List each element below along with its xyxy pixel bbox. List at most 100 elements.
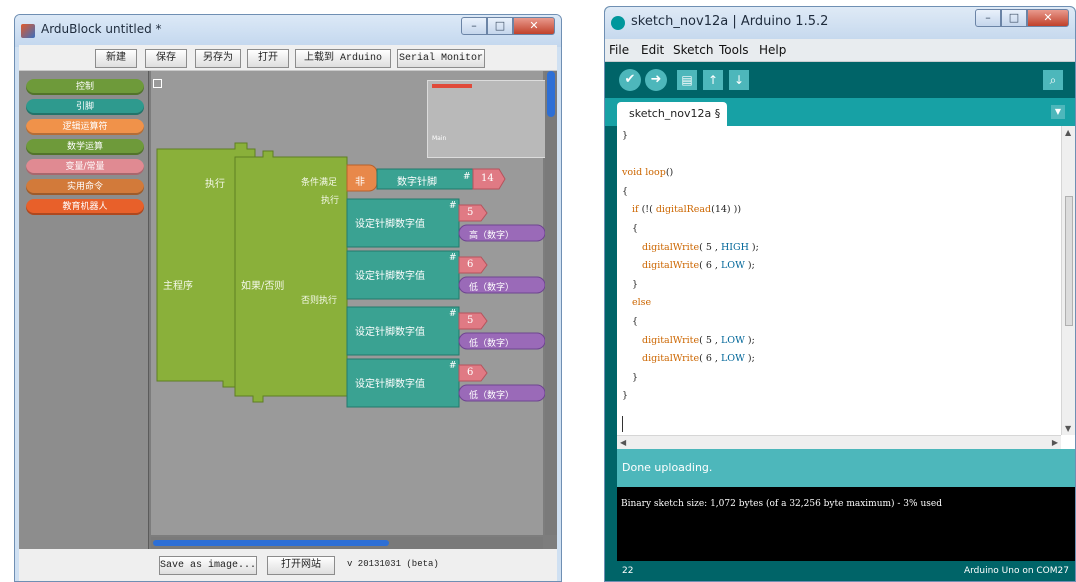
- maximize-icon: □: [494, 19, 506, 32]
- code-editor[interactable]: } void loop(){if (!( digitalRead(14) )){d…: [617, 126, 1075, 449]
- tab-menu-button[interactable]: ▼: [1051, 105, 1065, 119]
- code-line: }: [632, 371, 639, 383]
- open-sketch-button[interactable]: ↑: [703, 70, 723, 90]
- upload-to-arduino-button[interactable]: 上载到 Arduino: [295, 49, 391, 68]
- maximize-icon: □: [1008, 11, 1020, 24]
- menu-edit[interactable]: Edit: [641, 43, 664, 57]
- code-line: {: [632, 316, 639, 327]
- new-sketch-button[interactable]: ▤: [677, 70, 697, 90]
- serial-monitor-button[interactable]: ⌕: [1043, 70, 1063, 90]
- main-execute-label: 执行: [205, 179, 225, 190]
- pin-14-label: 14: [481, 173, 494, 184]
- value-high-a-label: 高（数字）: [469, 231, 515, 241]
- code-line: if (!( digitalRead(14) )): [632, 204, 742, 216]
- pin-5a-label: 5: [467, 207, 474, 218]
- minimize-button[interactable]: –: [461, 17, 487, 35]
- serial-monitor-button[interactable]: Serial Monitor: [397, 49, 485, 68]
- minimize-icon: –: [985, 11, 991, 24]
- scroll-up-icon[interactable]: ▲: [1065, 128, 1071, 137]
- save-as-button[interactable]: 另存为: [195, 49, 241, 68]
- close-button[interactable]: ✕: [513, 17, 555, 35]
- palette-variables[interactable]: 变量/常量: [26, 159, 144, 175]
- new-button[interactable]: 新建: [95, 49, 137, 68]
- save-sketch-button[interactable]: ↓: [729, 70, 749, 90]
- palette-pins[interactable]: 引脚: [26, 99, 144, 115]
- code-line: {: [622, 185, 629, 197]
- main-program-label: 主程序: [163, 281, 193, 292]
- block-canvas[interactable]: Main 执行 主程序 如果/否则 条件满足 执行 否则执行 非 数字针脚 # …: [151, 71, 547, 535]
- pin-hash-2: #: [449, 253, 457, 263]
- window-controls: – □ ✕: [975, 9, 1069, 27]
- version-label: v 20131031 (beta): [347, 559, 439, 569]
- menu-sketch[interactable]: Sketch: [673, 43, 713, 57]
- ardublock-window: ArduBlock untitled * – □ ✕ 新建 保存 另存为 打开 …: [14, 14, 562, 582]
- pin-hash-1: #: [449, 201, 457, 211]
- digital-pin-label: 数字针脚: [397, 177, 437, 188]
- open-website-button[interactable]: 打开网站: [267, 556, 335, 575]
- arduino-ide-window: sketch_nov12a | Arduino 1.5.2 – □ ✕ File…: [604, 6, 1076, 582]
- set-pin-label-1: 设定针脚数字值: [355, 219, 425, 230]
- canvas-horizontal-scroll-thumb[interactable]: [153, 540, 389, 546]
- canvas-vertical-scroll-thumb[interactable]: [547, 71, 555, 117]
- ardublock-titlebar[interactable]: ArduBlock untitled * – □ ✕: [15, 15, 561, 47]
- window-title: ArduBlock untitled *: [41, 22, 162, 36]
- tab-row: sketch_nov12a § ▼: [605, 98, 1075, 126]
- code-line: digitalWrite( 5 , LOW );: [642, 334, 755, 346]
- menu-file[interactable]: File: [609, 43, 629, 57]
- palette-edu-robot[interactable]: 教育机器人: [26, 199, 144, 215]
- not-label: 非: [355, 177, 365, 188]
- scroll-right-icon[interactable]: ▶: [1052, 438, 1058, 447]
- ardublock-statusbar: Save as image... 打开网站 v 20131031 (beta): [19, 549, 557, 581]
- footer-bar: 22 Arduino Uno on COM27: [617, 561, 1075, 581]
- set-pin-label-4: 设定针脚数字值: [355, 379, 425, 390]
- condition-label: 条件满足: [301, 178, 338, 188]
- value-low-c-label: 低（数字）: [469, 391, 515, 401]
- triangle-down-icon: ▼: [1054, 107, 1062, 116]
- upload-status: Done uploading.: [622, 461, 713, 474]
- close-button[interactable]: ✕: [1027, 9, 1069, 27]
- new-file-icon: ▤: [681, 73, 693, 87]
- maximize-button[interactable]: □: [487, 17, 513, 35]
- code-line: }: [632, 278, 639, 290]
- close-icon: ✕: [529, 19, 539, 32]
- scroll-down-icon[interactable]: ▼: [1065, 424, 1071, 433]
- open-button[interactable]: 打开: [247, 49, 289, 68]
- else-execute-label: 否则执行: [301, 296, 338, 306]
- menu-tools[interactable]: Tools: [719, 43, 749, 57]
- magnifier-icon: ⌕: [1049, 73, 1057, 87]
- palette-logic[interactable]: 逻辑运算符: [26, 119, 144, 135]
- palette-utilities[interactable]: 实用命令: [26, 179, 144, 195]
- save-button[interactable]: 保存: [145, 49, 187, 68]
- code-line: void loop(): [622, 167, 674, 179]
- tab-sketch[interactable]: sketch_nov12a §: [617, 102, 727, 126]
- digital-pin-hash: #: [463, 172, 471, 182]
- if-else-label: 如果/否则: [241, 281, 285, 292]
- editor-vertical-scroll-thumb[interactable]: [1065, 196, 1073, 326]
- arduino-titlebar[interactable]: sketch_nov12a | Arduino 1.5.2 – □ ✕: [605, 7, 1075, 39]
- minimize-button[interactable]: –: [975, 9, 1001, 27]
- menu-help[interactable]: Help: [759, 43, 786, 57]
- palette-control[interactable]: 控制: [26, 79, 144, 95]
- console-output[interactable]: Binary sketch size: 1,072 bytes (of a 32…: [617, 487, 1075, 561]
- then-execute-label: 执行: [321, 196, 340, 206]
- pin-hash-3: #: [449, 309, 457, 319]
- editor-vertical-scrollbar[interactable]: ▲ ▼: [1061, 126, 1075, 435]
- pin-6b-label: 6: [467, 367, 474, 378]
- window-controls: – □ ✕: [461, 17, 555, 35]
- java-app-icon: [21, 24, 35, 38]
- canvas-vertical-scrollbar[interactable]: [545, 71, 557, 535]
- maximize-button[interactable]: □: [1001, 9, 1027, 27]
- save-as-image-button[interactable]: Save as image...: [159, 556, 257, 575]
- canvas-horizontal-scrollbar[interactable]: [151, 537, 543, 549]
- pin-5b-label: 5: [467, 315, 474, 326]
- verify-button[interactable]: ✔: [619, 69, 641, 91]
- arrow-up-icon: ↑: [707, 73, 719, 87]
- pin-hash-4: #: [449, 361, 457, 371]
- palette-math[interactable]: 数学运算: [26, 139, 144, 155]
- ardublock-workspace: 控制 引脚 逻辑运算符 数学运算 变量/常量 实用命令 教育机器人 Main 执…: [19, 71, 557, 549]
- line-number: 22: [622, 566, 634, 576]
- scroll-left-icon[interactable]: ◀: [620, 438, 626, 447]
- ardublock-toolbar: 新建 保存 另存为 打开 上载到 Arduino Serial Monitor: [19, 45, 557, 71]
- upload-button[interactable]: ➜: [645, 69, 667, 91]
- editor-horizontal-scrollbar[interactable]: ◀ ▶: [617, 435, 1061, 449]
